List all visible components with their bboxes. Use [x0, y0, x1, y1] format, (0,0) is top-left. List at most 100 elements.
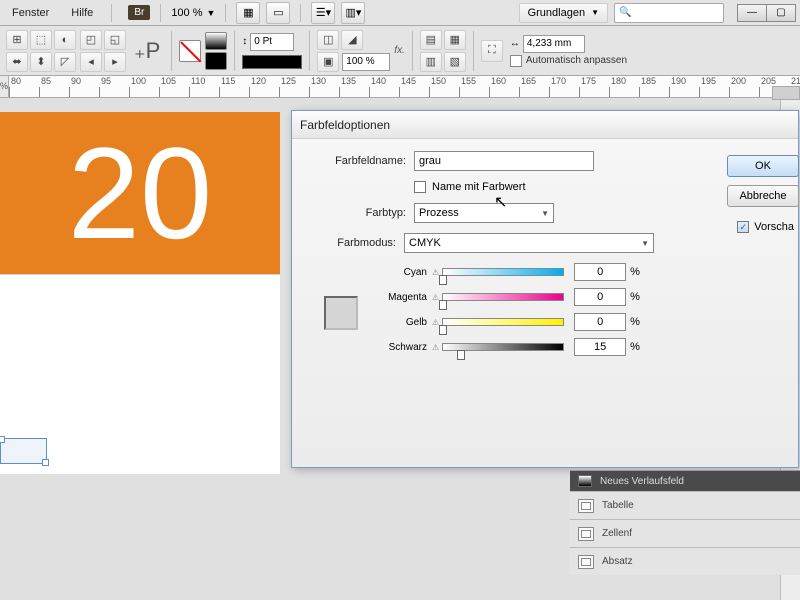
- ruler-tick: 85: [39, 87, 69, 97]
- black-slider[interactable]: [442, 343, 564, 351]
- select-container-icon[interactable]: ◰: [80, 30, 102, 50]
- bridge-badge[interactable]: Br: [128, 5, 150, 20]
- ruler-tick: 125: [279, 87, 309, 97]
- window-maximize-icon[interactable]: ▢: [766, 4, 796, 22]
- orange-frame[interactable]: 20: [0, 112, 280, 274]
- arrange-docs-icon[interactable]: ▥▾: [341, 2, 365, 24]
- text-wrap-around-icon[interactable]: ▦: [444, 30, 466, 50]
- headline-text: 20: [68, 128, 213, 258]
- ruler-tick: 155: [459, 87, 489, 97]
- menu-fenster[interactable]: Fenster: [4, 5, 57, 21]
- stroke-weight-input[interactable]: 0 Pt: [250, 33, 294, 51]
- stroke-swatch[interactable]: [205, 32, 227, 50]
- dialog-title[interactable]: Farbfeldoptionen: [292, 111, 798, 139]
- gradient-angle-icon[interactable]: ◢: [341, 30, 363, 50]
- preview-label: Vorscha: [754, 221, 794, 233]
- effects-icon[interactable]: fx.: [394, 45, 405, 56]
- panel-stack: Neues Verlaufsfeld Tabelle Zellenf Absat…: [570, 470, 800, 575]
- preview-checkbox[interactable]: ✓: [737, 221, 749, 233]
- fill-swatch[interactable]: [179, 40, 201, 62]
- stroke-style-dropdown[interactable]: [242, 55, 302, 69]
- text-wrap-none-icon[interactable]: ▤: [420, 30, 442, 50]
- ruler-tick: 140: [369, 87, 399, 97]
- panel-row-absatz[interactable]: Absatz: [570, 547, 800, 575]
- warning-icon: ⚠: [432, 268, 439, 277]
- ruler-tick: 175: [579, 87, 609, 97]
- search-input[interactable]: 🔍: [614, 3, 724, 23]
- shear-icon[interactable]: ◸: [54, 52, 76, 72]
- cyan-input[interactable]: [574, 263, 626, 281]
- autofit-label: Automatisch anpassen: [526, 55, 627, 66]
- transform-icon[interactable]: ⬚: [30, 30, 52, 50]
- magenta-input[interactable]: [574, 288, 626, 306]
- yellow-label: Gelb: [378, 317, 432, 328]
- zoom-dropdown[interactable]: 100 %▼: [171, 7, 215, 19]
- menu-bar: Fenster Hilfe Br 100 %▼ ▦ ▭ ☰▾ ▥▾ Grundl…: [0, 0, 800, 26]
- ruler-unit[interactable]: %: [0, 76, 9, 97]
- panel-row-gradient[interactable]: Neues Verlaufsfeld: [570, 471, 800, 491]
- prev-object-icon[interactable]: ◂: [80, 52, 102, 72]
- color-type-dropdown[interactable]: Prozess▼: [414, 203, 554, 223]
- autofit-checkbox[interactable]: [510, 55, 522, 67]
- opacity-input[interactable]: 100 %: [342, 53, 390, 71]
- selected-rectangle[interactable]: [0, 438, 47, 464]
- panel-row-zellen[interactable]: Zellenf: [570, 519, 800, 547]
- ruler-tick: 160: [489, 87, 519, 97]
- color-type-label: Farbtyp:: [304, 207, 414, 219]
- ruler-tick: 190: [669, 87, 699, 97]
- ruler-tick: 80: [9, 87, 39, 97]
- search-icon: 🔍: [619, 7, 631, 18]
- effects-target-icon[interactable]: ▣: [317, 52, 339, 72]
- black-input[interactable]: [574, 338, 626, 356]
- swatch-name-label: Farbfeldname:: [304, 155, 414, 167]
- swatch-preview: [324, 296, 358, 330]
- horizontal-ruler: % 80859095100105110115120125130135140145…: [0, 76, 800, 98]
- ruler-tick: 150: [429, 87, 459, 97]
- warning-icon: ⚠: [432, 343, 439, 352]
- cancel-button[interactable]: Abbreche: [727, 185, 799, 207]
- ruler-tick: 180: [609, 87, 639, 97]
- ruler-tick: 145: [399, 87, 429, 97]
- width-input[interactable]: 4,233 mm: [523, 35, 585, 53]
- color-mode-label: Farbmodus:: [304, 237, 404, 249]
- warning-icon: ⚠: [432, 293, 439, 302]
- ruler-tick: 165: [519, 87, 549, 97]
- paragraph-styles-icon: [578, 555, 594, 569]
- menu-hilfe[interactable]: Hilfe: [63, 5, 101, 21]
- ruler-tick: 100: [129, 87, 159, 97]
- paragraph-icon[interactable]: ₊P: [134, 38, 160, 64]
- select-content-icon[interactable]: ◱: [104, 30, 126, 50]
- text-wrap-jump2-icon[interactable]: ▧: [444, 52, 466, 72]
- view-options-icon[interactable]: ☰▾: [311, 2, 335, 24]
- name-with-value-checkbox[interactable]: [414, 181, 426, 193]
- flip-v-icon[interactable]: ⬍: [30, 52, 52, 72]
- swatch-name-input[interactable]: [414, 151, 594, 171]
- cyan-slider[interactable]: [442, 268, 564, 276]
- magenta-slider[interactable]: [442, 293, 564, 301]
- swatch-options-dialog: Farbfeldoptionen Farbfeldname: Name mit …: [291, 110, 799, 468]
- opacity-icon[interactable]: ◫: [317, 30, 339, 50]
- reference-point-icon[interactable]: ⊞: [6, 30, 28, 50]
- yellow-slider[interactable]: [442, 318, 564, 326]
- view-arrange-icon[interactable]: ▦: [236, 2, 260, 24]
- ok-button[interactable]: OK: [727, 155, 799, 177]
- panel-row-tabelle[interactable]: Tabelle: [570, 491, 800, 519]
- ruler-tick: 105: [159, 87, 189, 97]
- yellow-input[interactable]: [574, 313, 626, 331]
- screen-mode-icon[interactable]: ▭: [266, 2, 290, 24]
- flip-h-icon[interactable]: ⬌: [6, 52, 28, 72]
- cell-styles-icon: [578, 527, 594, 541]
- color-mode-dropdown[interactable]: CMYK▼: [404, 233, 654, 253]
- workspace-dropdown[interactable]: Grundlagen▼: [519, 3, 608, 23]
- rotate-icon[interactable]: ◐: [54, 30, 76, 50]
- next-object-icon[interactable]: ▸: [104, 52, 126, 72]
- stroke-solid-swatch[interactable]: [205, 52, 227, 70]
- cyan-label: Cyan: [378, 267, 432, 278]
- magenta-label: Magenta: [378, 292, 432, 303]
- ruler-tick: 110: [189, 87, 219, 97]
- text-wrap-jump-icon[interactable]: ▥: [420, 52, 442, 72]
- collapsed-panel-tab[interactable]: [772, 86, 800, 100]
- window-minimize-icon[interactable]: —: [737, 4, 767, 22]
- frame-fit-icon[interactable]: ⛶: [481, 40, 503, 62]
- ruler-tick: 200: [729, 87, 759, 97]
